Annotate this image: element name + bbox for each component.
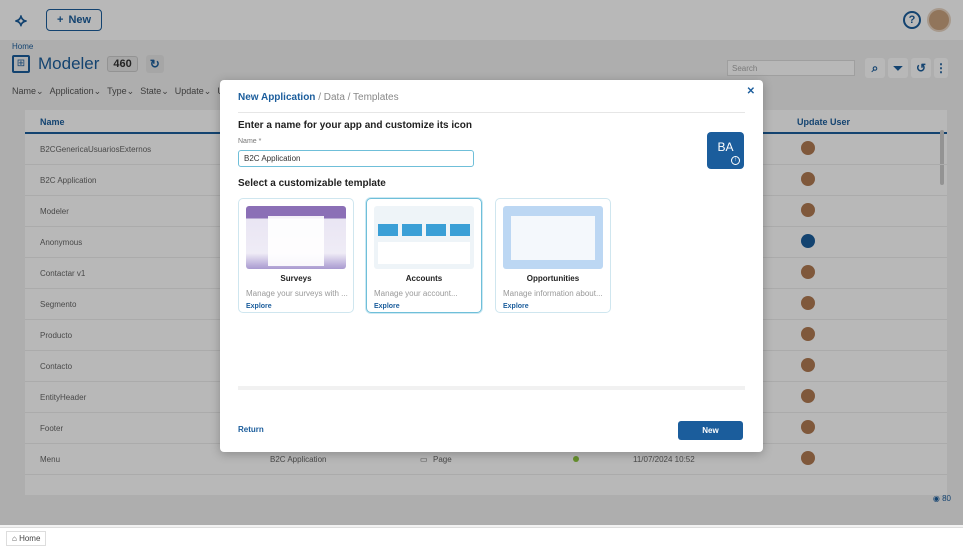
templates-area: Surveys Manage your surveys with ... Exp… — [238, 194, 745, 390]
name-label: Name * — [238, 138, 262, 145]
template-card-opportunities[interactable]: Opportunities Manage information about..… — [495, 198, 611, 313]
surveys-thumbnail — [246, 206, 346, 269]
template-card-accounts[interactable]: Accounts Manage your account... Explore — [366, 198, 482, 313]
explore-link[interactable]: Explore — [246, 303, 272, 310]
name-heading: Enter a name for your app and customize … — [238, 120, 472, 131]
return-button[interactable]: Return — [238, 425, 264, 434]
divider — [238, 112, 745, 113]
accounts-thumbnail — [374, 206, 474, 269]
app-icon-initials: BA — [717, 140, 734, 154]
dialog-breadcrumb: New Application / Data / Templates — [238, 92, 399, 103]
new-application-button[interactable]: New — [678, 421, 743, 440]
opportunities-thumbnail — [503, 206, 603, 269]
name-field[interactable]: B2C Application — [238, 150, 474, 167]
templates-heading: Select a customizable template — [238, 178, 386, 189]
home-icon: ⌂ — [12, 534, 20, 543]
footer-bar: ⌂ Home — [0, 527, 963, 547]
app-icon-picker[interactable]: BA ↑ — [707, 132, 744, 169]
explore-link[interactable]: Explore — [374, 303, 400, 310]
upload-icon: ↑ — [731, 156, 740, 165]
template-card-surveys[interactable]: Surveys Manage your surveys with ... Exp… — [238, 198, 354, 313]
home-tab[interactable]: ⌂ Home — [6, 531, 47, 546]
close-icon[interactable]: ✕ — [747, 86, 755, 97]
explore-link[interactable]: Explore — [503, 303, 529, 310]
new-application-dialog: New Application / Data / Templates ✕ Ent… — [220, 80, 763, 452]
